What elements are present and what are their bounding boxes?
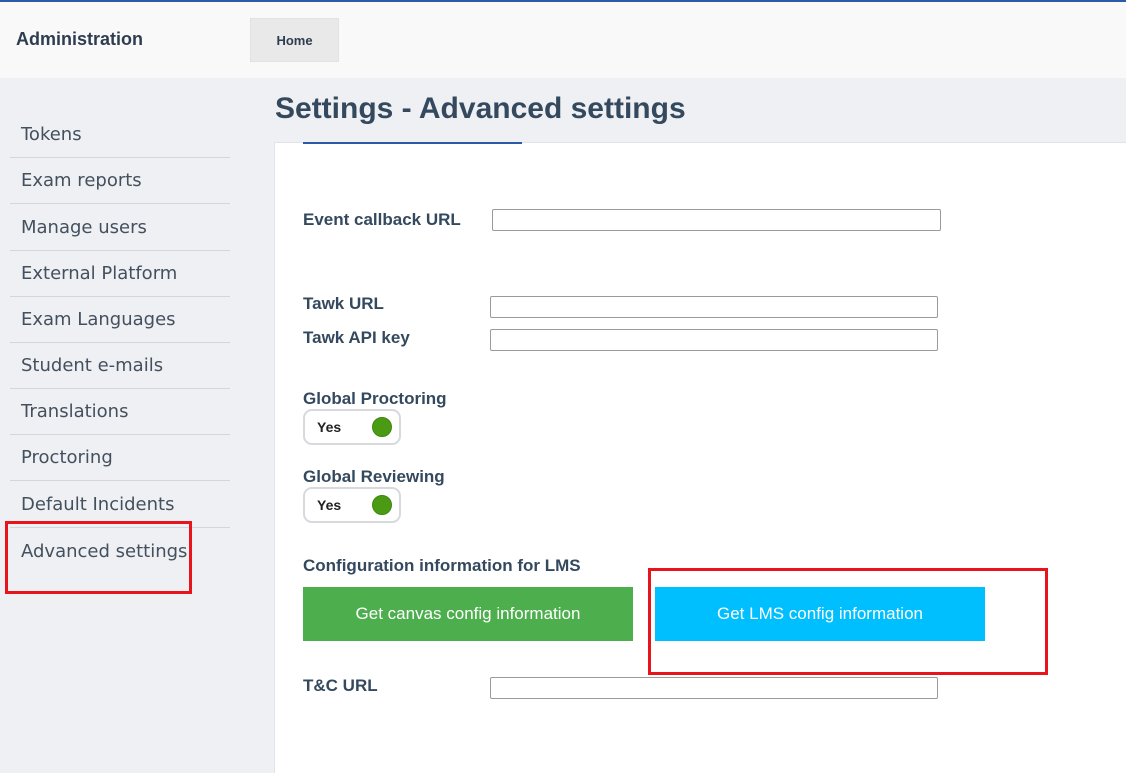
lms-config-label: Configuration information for LMS (303, 556, 581, 575)
tawk-url-label: Tawk URL (303, 294, 384, 313)
sidebar-item-external-platform[interactable]: External Platform (10, 251, 230, 297)
active-tab-indicator (303, 142, 522, 144)
tawk-api-key-input[interactable] (490, 329, 938, 351)
sidebar-item-exam-languages[interactable]: Exam Languages (10, 297, 230, 343)
tawk-url-input[interactable] (490, 296, 938, 318)
toggle-state-text: Yes (317, 419, 342, 435)
highlight-box-lms-button (648, 568, 1048, 675)
toggle-state-text: Yes (317, 497, 342, 513)
toggle-knob (372, 495, 392, 515)
highlight-box-sidebar (5, 521, 192, 594)
get-canvas-config-button[interactable]: Get canvas config information (303, 587, 633, 641)
global-proctoring-toggle[interactable]: Yes (303, 409, 401, 445)
sidebar-item-translations[interactable]: Translations (10, 389, 230, 435)
tc-url-label: T&C URL (303, 676, 378, 695)
tawk-api-key-label: Tawk API key (303, 328, 410, 347)
event-callback-url-label: Event callback URL (303, 210, 461, 229)
global-reviewing-label: Global Reviewing (303, 467, 445, 486)
page-title: Settings - Advanced settings (275, 92, 686, 125)
global-proctoring-label: Global Proctoring (303, 389, 447, 408)
tab-home[interactable]: Home (250, 18, 339, 62)
sidebar-item-proctoring[interactable]: Proctoring (10, 435, 230, 481)
tc-url-input[interactable] (490, 677, 938, 699)
sidebar-item-exam-reports[interactable]: Exam reports (10, 158, 230, 204)
toggle-knob (372, 417, 392, 437)
sidebar-item-tokens[interactable]: Tokens (10, 112, 230, 158)
sidebar-item-student-emails[interactable]: Student e-mails (10, 343, 230, 389)
event-callback-url-input[interactable] (492, 209, 941, 231)
global-reviewing-toggle[interactable]: Yes (303, 487, 401, 523)
sidebar: Tokens Exam reports Manage users Externa… (0, 78, 274, 773)
sidebar-item-manage-users[interactable]: Manage users (10, 205, 230, 251)
header-bar: Administration Home (0, 2, 1126, 78)
app-title: Administration (16, 29, 144, 49)
